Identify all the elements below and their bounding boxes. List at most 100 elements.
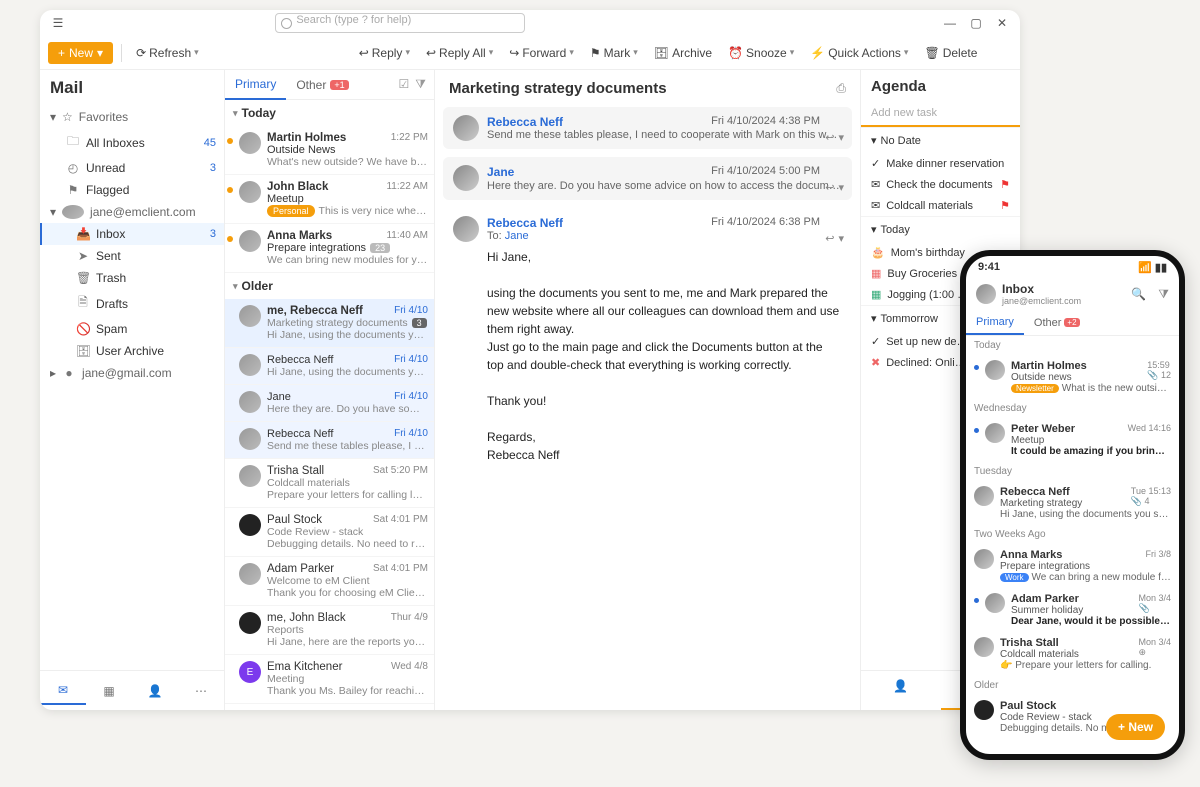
select-icon[interactable]: ☑ [399, 77, 410, 92]
clock-icon: ◴ [66, 161, 80, 175]
filter-icon[interactable]: ⧩ [1158, 287, 1169, 302]
unread[interactable]: ◴Unread3 [40, 157, 224, 179]
new-button[interactable]: + New ▾ [48, 42, 113, 64]
reply-icon[interactable]: ↩ [825, 131, 834, 144]
nav-icons: ✉ ▦ 👤 ⋯ [40, 670, 224, 710]
avatar [239, 612, 261, 634]
avatar [974, 486, 994, 506]
titlebar: ☰ Search (type ? for help) — ▢ ✕ [40, 10, 1020, 36]
hamburger-icon[interactable]: ☰ [48, 13, 68, 33]
avatar [239, 514, 261, 536]
group-today[interactable]: ▾Today [225, 100, 434, 126]
close-icon[interactable]: ✕ [992, 13, 1012, 33]
trash[interactable]: 🗑Trash [40, 267, 224, 289]
snooze-button[interactable]: ⏰ Snooze ▾ [722, 43, 800, 63]
account-2[interactable]: ▸ ● jane@gmail.com [40, 362, 224, 384]
forward-button[interactable]: ↪ Forward ▾ [503, 43, 580, 63]
replyall-button[interactable]: ↩ Reply All ▾ [420, 43, 499, 63]
avatar [453, 165, 479, 191]
avatar [239, 305, 261, 327]
mark-button[interactable]: ⚑ Mark ▾ [584, 43, 644, 63]
message-body: Hi Jane, using the documents you sent to… [487, 242, 842, 464]
list-item[interactable]: Anna MarksPrepare integrationsWorkWe can… [966, 544, 1179, 588]
list-item[interactable]: Rebecca NeffSend me these tables please,… [225, 422, 434, 459]
sent[interactable]: ➤Sent [40, 245, 224, 267]
contacts-nav-icon[interactable]: 👤 [132, 678, 178, 704]
all-inboxes[interactable]: 🗀All Inboxes45 [40, 128, 224, 157]
avatar [239, 428, 261, 450]
inbox[interactable]: 📥Inbox3 [40, 223, 224, 245]
favorites-section[interactable]: ▾ ☆ Favorites [40, 106, 224, 128]
maximize-icon[interactable]: ▢ [966, 13, 986, 33]
thread-collapsed[interactable]: JaneHere they are. Do you have some advi… [443, 157, 852, 200]
list-item[interactable]: Trisha StallColdcall materials👉 Prepare … [966, 632, 1179, 676]
account-1[interactable]: ▾ jane@emclient.com [40, 201, 224, 223]
list-item[interactable]: Adam ParkerWelcome to eM ClientThank you… [225, 557, 434, 606]
reply-icon[interactable]: ↩ [825, 181, 834, 194]
avatar [239, 354, 261, 376]
agenda-item[interactable]: ✉Check the documents⚑ [861, 174, 1020, 195]
more-nav-icon[interactable]: ⋯ [178, 678, 224, 704]
list-item[interactable]: EEma KitchenerMeetingThank you Ms. Baile… [225, 655, 434, 704]
mail-icon: ✉ [871, 199, 880, 212]
signal-icon: 📶 ▮▮ [1138, 261, 1167, 274]
inbox-icon: 📥 [76, 227, 90, 241]
avatar [62, 205, 84, 219]
mail-nav-icon[interactable]: ✉ [40, 677, 86, 705]
quick-button[interactable]: ⚡ Quick Actions ▾ [804, 43, 914, 63]
thread-collapsed[interactable]: Rebecca NeffSend me these tables please,… [443, 107, 852, 149]
phone-statusbar: 9:41 📶 ▮▮ [966, 256, 1179, 278]
list-item[interactable]: Trisha StallColdcall materialsPrepare yo… [225, 459, 434, 508]
group-older[interactable]: ▾Older [225, 273, 434, 299]
phone-tab-other[interactable]: Other +2 [1024, 310, 1090, 335]
spam-icon: 🚫 [76, 322, 90, 336]
reply-button[interactable]: ↩ Reply ▾ [353, 43, 416, 63]
avatar [985, 360, 1005, 380]
filter-icon[interactable]: ⧩ [415, 77, 426, 92]
list-item[interactable]: Anna MarksPrepare integrations23We can b… [225, 224, 434, 273]
avatar [974, 700, 994, 720]
drafts[interactable]: 🗎Drafts [40, 289, 224, 318]
inbox-icon: 🗀 [66, 132, 80, 153]
avatar [974, 637, 994, 657]
list-item[interactable]: Martin HolmesOutside newsNewsletterWhat … [966, 355, 1179, 399]
agenda-item[interactable]: ✉Coldcall materials⚑ [861, 195, 1020, 216]
reply-icon[interactable]: ↩ [825, 232, 834, 245]
agenda-item[interactable]: ✓Make dinner reservation [861, 153, 1020, 174]
list-item[interactable]: me, John BlackReportsHi Jane, here are t… [225, 606, 434, 655]
search-input[interactable]: Search (type ? for help) [275, 13, 525, 33]
agenda-today[interactable]: ▾Today [861, 216, 1020, 242]
user-archive[interactable]: 🗄User Archive [40, 340, 224, 362]
tab-primary[interactable]: Primary [225, 70, 286, 100]
phone-tab-primary[interactable]: Primary [966, 310, 1024, 335]
spam[interactable]: 🚫Spam [40, 318, 224, 340]
list-item[interactable]: John BlackMeetupPersonalThis is very nic… [225, 175, 434, 224]
minimize-icon[interactable]: — [940, 13, 960, 33]
list-item[interactable]: Martin HolmesOutside NewsWhat's new outs… [225, 126, 434, 175]
delete-button[interactable]: 🗑 Delete [918, 43, 983, 63]
avatar [239, 465, 261, 487]
flagged[interactable]: ⚑Flagged [40, 179, 224, 201]
list-item[interactable]: Adam ParkerSummer holidayDear Jane, woul… [966, 588, 1179, 632]
agenda-contacts-icon[interactable]: 👤 [861, 671, 941, 710]
list-item[interactable]: Paul StockCode Review - stackDebugging d… [225, 508, 434, 557]
thread-open: Rebecca Neff To: Jane Hi Jane, using the… [443, 208, 852, 472]
tab-other[interactable]: Other +1 [286, 70, 358, 100]
list-item[interactable]: Rebecca NeffMarketing strategyHi Jane, u… [966, 481, 1179, 525]
avatar [239, 563, 261, 585]
refresh-button[interactable]: ⟳ Refresh ▾ [130, 43, 205, 63]
list-item[interactable]: me, Rebecca NeffMarketing strategy docum… [225, 299, 434, 348]
list-item[interactable]: Peter WeberMeetupIt could be amazing if … [966, 418, 1179, 462]
print-icon[interactable]: ⎙ [836, 81, 846, 96]
calendar-nav-icon[interactable]: ▦ [86, 678, 132, 704]
avatar [239, 391, 261, 413]
agenda-nodate[interactable]: ▾No Date [861, 127, 1020, 153]
archive-button[interactable]: 🗄 Archive [648, 43, 718, 63]
avatar [985, 423, 1005, 443]
add-task-input[interactable]: Add new task [861, 103, 1020, 127]
cal-icon: ▦ [871, 267, 881, 280]
phone-new-button[interactable]: + New [1106, 714, 1165, 740]
search-icon[interactable]: 🔍 [1131, 287, 1146, 301]
list-item[interactable]: JaneHere they are. Do you have some adv.… [225, 385, 434, 422]
list-item[interactable]: Rebecca NeffHi Jane, using the documents… [225, 348, 434, 385]
